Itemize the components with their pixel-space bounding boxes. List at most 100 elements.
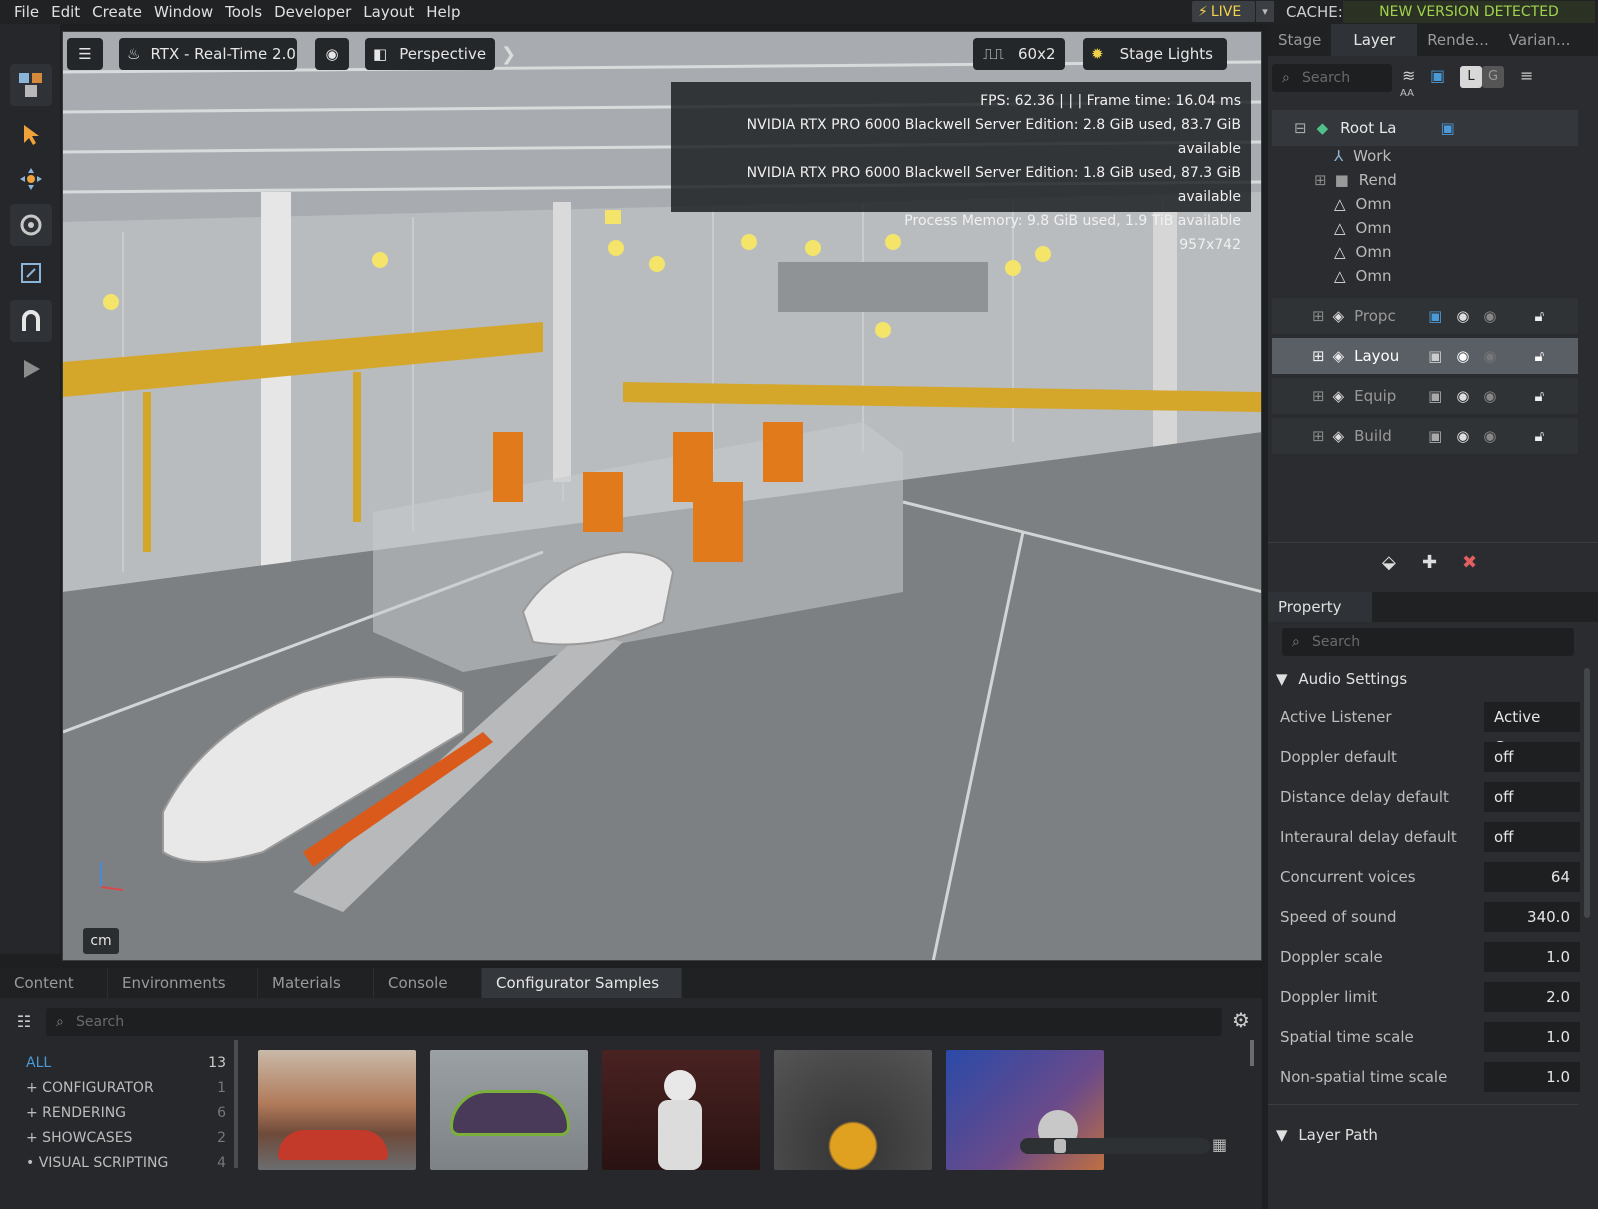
slider-handle[interactable] bbox=[1054, 1139, 1066, 1153]
lighting-selector[interactable]: ✹ Stage Lights bbox=[1083, 38, 1227, 70]
tree-item[interactable]: △ Omn bbox=[1272, 240, 1578, 264]
hamburger-menu-icon[interactable]: ≡ bbox=[1520, 66, 1533, 85]
eye-icon[interactable]: ◉ bbox=[1483, 387, 1496, 405]
expand-icon[interactable]: ⊞ bbox=[1312, 387, 1325, 405]
unlock-icon[interactable]: 🔓︎ bbox=[1535, 347, 1545, 365]
property-value-field[interactable]: 64 bbox=[1484, 862, 1580, 892]
eye-icon[interactable]: ◉ bbox=[1456, 347, 1469, 365]
collapse-icon[interactable]: ⊟ bbox=[1294, 119, 1307, 137]
sublayer-row[interactable]: ⊞ ◈ Equip ▣ ◉ ◉ 🔓︎ bbox=[1272, 378, 1578, 414]
rotate-icon[interactable] bbox=[10, 204, 52, 246]
resolution-selector[interactable]: ⎍⎍ 60x2 bbox=[973, 38, 1065, 70]
play-icon[interactable] bbox=[10, 348, 52, 390]
viewport[interactable]: ☰ ♨ RTX - Real-Time 2.0 ◉ ◧ Perspective … bbox=[62, 31, 1262, 961]
eye-icon[interactable]: ◉ bbox=[1483, 347, 1496, 365]
tab-variants[interactable]: Varian... bbox=[1499, 24, 1581, 56]
viewport-settings-button[interactable]: ☰ bbox=[67, 38, 103, 70]
expand-icon[interactable]: ⊞ bbox=[1312, 307, 1325, 325]
new-version-badge[interactable]: NEW VERSION DETECTED bbox=[1343, 1, 1595, 23]
tab-stage[interactable]: Stage bbox=[1268, 24, 1331, 56]
save-icon[interactable]: ▣ bbox=[1428, 387, 1442, 405]
expand-icon[interactable]: ⊞ bbox=[1314, 171, 1327, 189]
sample-thumbnail-desert-car[interactable] bbox=[258, 1050, 416, 1170]
thumbnail-size-slider[interactable] bbox=[1020, 1138, 1210, 1154]
property-value-field[interactable]: 1.0 bbox=[1484, 1062, 1580, 1092]
remove-layer-icon[interactable]: ✖ bbox=[1462, 552, 1477, 573]
save-icon[interactable]: ▣ bbox=[1428, 347, 1442, 365]
insert-layer-icon[interactable]: ⬙ bbox=[1382, 552, 1396, 573]
tree-item[interactable]: △ Omn bbox=[1272, 216, 1578, 240]
eye-icon[interactable]: ◉ bbox=[1483, 427, 1496, 445]
category-rendering[interactable]: + RENDERING 6 bbox=[26, 1105, 226, 1121]
sublayer-row[interactable]: ⊞ ◈ Propc ▣ ◉ ◉ 🔓︎ bbox=[1272, 298, 1578, 334]
tree-item[interactable]: △ Omn bbox=[1272, 192, 1578, 216]
select-mode-icon[interactable] bbox=[10, 64, 52, 106]
select-arrow-icon[interactable] bbox=[10, 114, 52, 156]
category-all[interactable]: ALL 13 bbox=[26, 1055, 226, 1071]
renderer-selector[interactable]: ♨ RTX - Real-Time 2.0 bbox=[119, 38, 297, 70]
eye-icon[interactable]: ◉ bbox=[1456, 387, 1469, 405]
tab-property[interactable]: Property bbox=[1268, 592, 1372, 622]
tree-item[interactable]: △ Omn bbox=[1272, 264, 1578, 288]
property-value-field[interactable]: off bbox=[1484, 782, 1580, 812]
tab-render[interactable]: Rende... bbox=[1417, 24, 1499, 56]
sample-thumbnail-material-spheres[interactable] bbox=[774, 1050, 932, 1170]
menu-window[interactable]: Window bbox=[148, 3, 219, 21]
move-icon[interactable] bbox=[10, 158, 52, 200]
save-icon[interactable]: ▣ bbox=[1428, 307, 1442, 325]
eye-icon[interactable]: ◉ bbox=[1456, 427, 1469, 445]
property-value-field[interactable]: off bbox=[1484, 822, 1580, 852]
save-icon[interactable]: ▣ bbox=[1440, 119, 1454, 137]
unlock-icon[interactable]: 🔓︎ bbox=[1535, 427, 1545, 445]
tab-environments[interactable]: Environments bbox=[108, 968, 258, 998]
tree-item[interactable]: ⅄ Work bbox=[1272, 144, 1578, 168]
property-value-field[interactable]: off bbox=[1484, 742, 1580, 772]
expand-icon[interactable]: ⊞ bbox=[1312, 347, 1325, 365]
menu-edit[interactable]: Edit bbox=[45, 3, 86, 21]
tab-configurator-samples[interactable]: Configurator Samples bbox=[482, 968, 682, 998]
menu-developer[interactable]: Developer bbox=[268, 3, 357, 21]
layer-search-input[interactable]: Search bbox=[1272, 64, 1392, 92]
category-visual-scripting[interactable]: • VISUAL SCRIPTING 4 bbox=[26, 1155, 226, 1171]
tree-view-icon[interactable]: ☷ bbox=[10, 1008, 38, 1036]
content-scrollbar[interactable] bbox=[1250, 1040, 1254, 1066]
sublayer-row[interactable]: ⊞ ◈ Build ▣ ◉ ◉ 🔓︎ bbox=[1272, 418, 1578, 454]
snap-magnet-icon[interactable] bbox=[10, 300, 52, 342]
menu-tools[interactable]: Tools bbox=[219, 3, 268, 21]
category-scrollbar[interactable] bbox=[234, 1040, 238, 1168]
grid-view-icon[interactable]: ▦ bbox=[1212, 1135, 1227, 1154]
menu-file[interactable]: File bbox=[0, 3, 45, 21]
layers-stack-icon[interactable]: ≋ bbox=[1402, 66, 1415, 85]
tab-materials[interactable]: Materials bbox=[258, 968, 374, 998]
menu-create[interactable]: Create bbox=[86, 3, 148, 21]
expand-icon[interactable]: ⊞ bbox=[1312, 427, 1325, 445]
property-value-field[interactable]: 340.0 bbox=[1484, 902, 1580, 932]
live-button[interactable]: ⚡ LIVE bbox=[1192, 1, 1255, 22]
property-value-field[interactable]: Active Came bbox=[1484, 702, 1580, 756]
save-icon[interactable]: ▣ bbox=[1430, 66, 1445, 85]
gear-icon[interactable]: ⚙ bbox=[1232, 1008, 1250, 1032]
sample-thumbnail-astronaut[interactable] bbox=[602, 1050, 760, 1170]
sublayer-row-selected[interactable]: ⊞ ◈ Layou ▣ ◉ ◉ 🔓︎ bbox=[1272, 338, 1578, 374]
scale-icon[interactable] bbox=[10, 252, 52, 294]
global-toggle[interactable]: G bbox=[1482, 66, 1504, 88]
sample-thumbnail-concept-car[interactable] bbox=[430, 1050, 588, 1170]
unlock-icon[interactable]: 🔓︎ bbox=[1535, 387, 1545, 405]
property-scrollbar[interactable] bbox=[1584, 668, 1590, 918]
property-value-field[interactable]: 2.0 bbox=[1484, 982, 1580, 1012]
property-value-field[interactable]: 1.0 bbox=[1484, 942, 1580, 972]
category-configurator[interactable]: + CONFIGURATOR 1 bbox=[26, 1080, 226, 1096]
chevron-right-icon[interactable]: ❯ bbox=[501, 44, 516, 65]
layer-row-root[interactable]: ⊟ ◆ Root La ▣ bbox=[1272, 110, 1578, 146]
menu-help[interactable]: Help bbox=[420, 3, 466, 21]
menu-layout[interactable]: Layout bbox=[357, 3, 420, 21]
tree-item[interactable]: ⊞ ■ Rend bbox=[1272, 168, 1578, 192]
tab-console[interactable]: Console bbox=[374, 968, 482, 998]
property-search-input[interactable]: Search bbox=[1282, 628, 1574, 656]
eye-icon[interactable]: ◉ bbox=[1483, 307, 1496, 325]
tab-content[interactable]: Content bbox=[0, 968, 108, 998]
category-showcases[interactable]: + SHOWCASES 2 bbox=[26, 1130, 226, 1146]
add-layer-icon[interactable]: ✚ bbox=[1422, 552, 1437, 573]
save-icon[interactable]: ▣ bbox=[1428, 427, 1442, 445]
unlock-icon[interactable]: 🔓︎ bbox=[1535, 307, 1545, 325]
